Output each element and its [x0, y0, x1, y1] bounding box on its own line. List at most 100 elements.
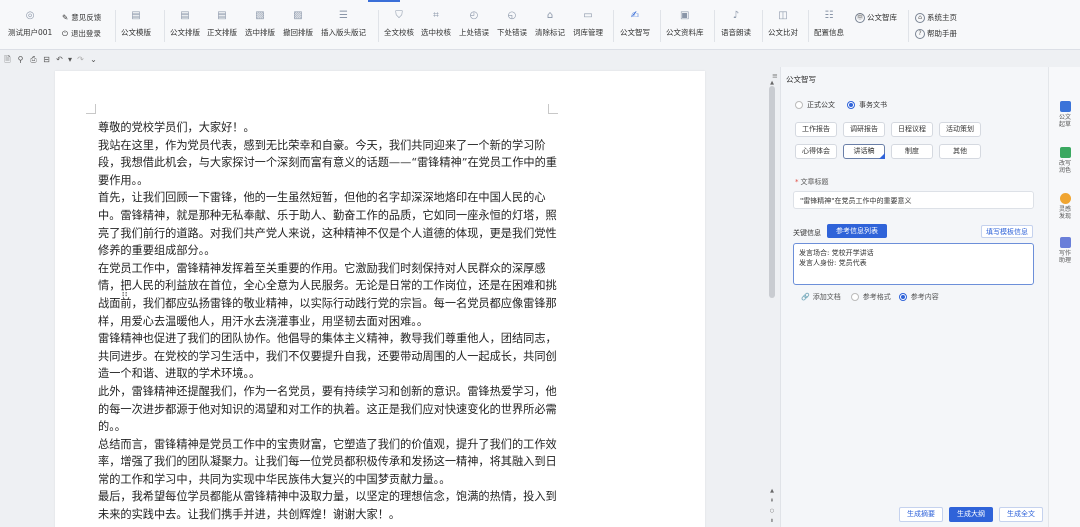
rail-inspiration-button[interactable]: 灵感发现 [1049, 193, 1080, 220]
ribbon-divider [660, 10, 661, 42]
paragraph[interactable]: 总结而言，雷锋精神是党员工作中的宝贵财富，它塑造了我们的价值观，提升了我们的工作… [98, 436, 558, 489]
ribbon-next-error-button[interactable]: ◵ 下处错误 [497, 10, 527, 44]
paragraph[interactable]: 首先，让我们回顾一下雷锋，他的一生虽然短暂，但他的名字却深深地烙印在中国人民的心… [98, 189, 558, 259]
ribbon-format-button[interactable]: ▤ 公文排版 [170, 10, 200, 44]
document-edit-icon: ▧ [255, 10, 265, 21]
doc-type-formal-radio[interactable]: 正式公文 [795, 100, 835, 110]
ribbon-compare-button[interactable]: ◫ 公文比对 [768, 10, 798, 44]
category-chip[interactable]: 活动策划 [939, 122, 981, 137]
ribbon-smart-write-button[interactable]: ✍ 公文智写 [620, 10, 650, 44]
ribbon-full-check-button[interactable]: ⛉ 全文校核 [384, 10, 414, 44]
doc-type-radio-group: 正式公文 事务文书 [795, 100, 887, 110]
ribbon-toolbar: ◎ 测试用户001 ✎ 意见反馈 ⏻ 退出登录 ▤ 公文模版 ▤ 公文排版 ▤ … [0, 0, 1080, 50]
rail-assistant-button[interactable]: 写作助理 [1049, 237, 1080, 264]
ribbon-divider [164, 10, 165, 42]
ribbon-material-button[interactable]: ▣ 公文资料库 [666, 10, 704, 44]
key-info-textarea[interactable]: 发言场合: 党校开学讲话 发言人身份: 党员代表 [793, 243, 1034, 285]
draft-icon [1059, 101, 1071, 112]
paragraph[interactable]: 我站在这里，作为党员代表，感到无比荣幸和自豪。今天，我们共同迎来了一个新的学习阶… [98, 137, 558, 190]
generate-outline-button[interactable]: 生成大纲 [949, 507, 993, 522]
document-area: ⠿ 尊敬的党校学员们，大家好！。 我站在这里，作为党员代表，感到无比荣幸和自豪。… [0, 67, 762, 527]
logout-button[interactable]: ⏻ 退出登录 [62, 28, 101, 39]
user-icon: ◎ [25, 10, 35, 21]
print-preview-icon[interactable]: ⊟ [41, 54, 52, 65]
print-icon[interactable]: ⎙ [28, 54, 39, 65]
user-name: 测试用户001 [8, 28, 53, 37]
ribbon-select-format-button[interactable]: ▧ 选中排版 [245, 10, 275, 44]
category-chip[interactable]: 其他 [939, 144, 981, 159]
power-icon: ⏻ [62, 28, 68, 38]
page-up-icon[interactable]: ⇞ [768, 498, 776, 504]
generate-full-text-button[interactable]: 生成全文 [999, 507, 1043, 522]
paragraph[interactable]: 最后，我希望每位学员都能从雷锋精神中汲取力量，以坚定的理想信念，饱满的热情，投入… [98, 488, 558, 523]
save-icon[interactable]: 🗎 [2, 54, 13, 65]
feedback-button[interactable]: ✎ 意见反馈 [62, 12, 101, 23]
category-chip[interactable]: 工作报告 [795, 122, 837, 137]
category-chip[interactable]: 日程议程 [891, 122, 933, 137]
page-down-icon[interactable]: ⇟ [768, 518, 776, 524]
generate-summary-button[interactable]: 生成摘要 [899, 507, 943, 522]
category-chip-active[interactable]: 讲话稿 [843, 144, 885, 159]
ribbon-body-format-button[interactable]: ▤ 正文排版 [207, 10, 237, 44]
document-scrollbar[interactable]: ▲ ▲ ⇞ ○ ⇟ [768, 80, 776, 527]
category-chip[interactable]: 心得体会 [795, 144, 837, 159]
ribbon-divider [762, 10, 763, 42]
undo-doc-icon: ▨ [293, 10, 303, 21]
dropdown-icon[interactable]: ▾ [67, 54, 73, 65]
ribbon-divider [714, 10, 715, 42]
reference-info-list-button[interactable]: 参考信息列表 [827, 224, 887, 238]
radio-selected-icon [898, 293, 907, 301]
ribbon-read-aloud-button[interactable]: ♪ 语音朗读 [721, 10, 751, 44]
ribbon-select-check-button[interactable]: ⌗ 选中校核 [421, 10, 451, 44]
ribbon-prev-error-button[interactable]: ◴ 上处错误 [459, 10, 489, 44]
page-circle-icon[interactable]: ○ [768, 508, 776, 514]
assistant-icon [1059, 237, 1071, 248]
undo-icon[interactable]: ↶ [54, 54, 65, 65]
paragraph[interactable]: 此外，雷锋精神还提醒我们，作为一名党员，要有持续学习和创新的意识。雷锋热爱学习，… [98, 383, 558, 436]
rail-rewrite-button[interactable]: 改写润色 [1049, 147, 1080, 174]
chevron-down-icon[interactable]: ⌄ [88, 54, 99, 65]
page-margin-marker [548, 104, 558, 114]
ref-format-radio[interactable]: 参考格式 [850, 292, 891, 302]
user-account[interactable]: ◎ 测试用户001 [8, 10, 52, 44]
format-painter-icon[interactable]: ⚲ [15, 54, 26, 65]
home-button[interactable]: ⌂ 系统主页 [915, 12, 957, 23]
doc-type-affairs-radio[interactable]: 事务文书 [847, 100, 887, 110]
rail-draft-button[interactable]: 公文起草 [1049, 101, 1080, 128]
paperclip-icon: 🔗 [801, 293, 810, 301]
paragraph[interactable]: 雷锋精神也促进了我们的团队协作。他倡导的集体主义精神，教导我们尊重他人，团结同志… [98, 330, 558, 383]
help-button[interactable]: ? 帮助手册 [915, 28, 957, 39]
ribbon-template-button[interactable]: ▤ 公文模版 [121, 10, 151, 44]
panel-menu-icon[interactable]: ≡ [772, 72, 778, 80]
scroll-up-icon[interactable]: ▲ [768, 488, 776, 494]
scrollbar-thumb[interactable] [769, 86, 775, 298]
attachment-options: 🔗 添加文档 参考格式 参考内容 [801, 292, 939, 302]
category-chip[interactable]: 制度 [891, 144, 933, 159]
pen-icon: ✍ [630, 10, 640, 21]
select-check-icon: ⌗ [433, 10, 439, 21]
title-input[interactable]: "雷锋精神"在党员工作中的重要意义 [793, 191, 1034, 209]
ribbon-lexicon-button[interactable]: ▭ 词库管理 [573, 10, 603, 44]
home-icon: ⌂ [915, 12, 925, 23]
paragraph[interactable]: 在党员工作中，雷锋精神发挥着至关重要的作用。它激励我们时刻保持对人民群众的深厚感… [98, 260, 558, 330]
ribbon-undo-format-button[interactable]: ▨ 撤回排版 [283, 10, 313, 44]
add-document-link[interactable]: 添加文档 [813, 292, 841, 302]
ribbon-config-button[interactable]: ☷ 配置信息 [814, 10, 844, 44]
panel-header: ≡ 公文智写 ✕ [772, 67, 1078, 89]
paragraph[interactable]: 尊敬的党校学员们，大家好！。 [98, 119, 558, 137]
next-icon: ◵ [507, 10, 517, 21]
ribbon-active-indicator [368, 0, 400, 2]
page-margin-marker [86, 104, 96, 114]
category-chip[interactable]: 调研报告 [843, 122, 885, 137]
library-icon: ▣ [680, 10, 690, 21]
redo-icon[interactable]: ↷ [75, 54, 86, 65]
think-tank-button[interactable]: ㊥ 公文智库 [855, 12, 897, 23]
ribbon-clear-marks-button[interactable]: ⌂ 清除标记 [535, 10, 565, 44]
prev-icon: ◴ [469, 10, 479, 21]
radio-selected-icon [847, 101, 855, 109]
quick-access-toolbar: 🗎 ⚲ ⎙ ⊟ ↶ ▾ ↷ ⌄ [0, 52, 101, 66]
document-body[interactable]: 尊敬的党校学员们，大家好！。 我站在这里，作为党员代表，感到无比荣幸和自豪。今天… [98, 119, 558, 524]
ribbon-insert-header-button[interactable]: ☰ 插入版头版记 [321, 10, 366, 44]
fill-template-button[interactable]: 填写模板信息 [981, 225, 1033, 238]
ref-content-radio[interactable]: 参考内容 [898, 292, 939, 302]
